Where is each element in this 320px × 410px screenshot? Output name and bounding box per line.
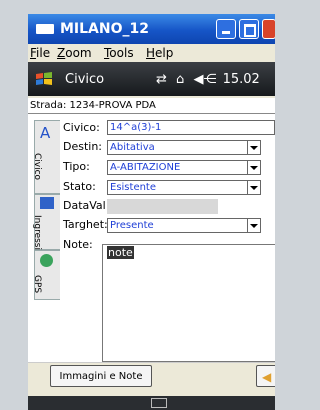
close-button[interactable] — [262, 19, 275, 39]
volume-icon: ◀⋲ — [193, 72, 217, 87]
destin-label: Destin: — [63, 140, 103, 153]
maximize-button[interactable] — [239, 19, 259, 39]
tab-gps[interactable]: GPS — [32, 250, 60, 300]
minimize-button[interactable] — [216, 19, 236, 39]
letter-a-icon: A — [40, 124, 51, 142]
arrow-icon: ◀ — [262, 370, 272, 384]
signal-icon: ⌂ — [176, 72, 185, 87]
pda-title: Civico — [65, 72, 105, 87]
tipo-label: Tipo: — [63, 160, 90, 173]
targhet-label: Targhet: — [63, 218, 108, 231]
stato-label: Stato: — [63, 180, 96, 193]
tab-ingressi[interactable]: Ingressi — [32, 194, 60, 250]
windows-start-icon[interactable] — [35, 71, 53, 87]
note-text: note — [107, 246, 134, 259]
app-window-icon — [36, 24, 54, 34]
tab-civico[interactable]: A Civico — [32, 120, 60, 194]
civico-input[interactable]: 14^a(3)-1 — [107, 120, 275, 135]
chevron-down-icon[interactable] — [247, 219, 260, 232]
street-header: Strada: 1234-PROVA PDA — [28, 98, 275, 114]
note-textarea[interactable] — [102, 244, 275, 362]
menu-tools[interactable]: Tools — [104, 46, 134, 60]
stato-select[interactable]: Esistente — [107, 180, 261, 195]
status-icons[interactable]: ⇄ ⌂ ◀⋲ 15.02 — [156, 72, 260, 87]
targhet-select[interactable]: Presente — [107, 218, 261, 233]
menu-help[interactable]: Help — [146, 46, 173, 60]
civico-label: Civico: — [63, 121, 100, 134]
dataval-field[interactable] — [107, 199, 218, 214]
menu-file[interactable]: File — [30, 46, 50, 60]
destin-select[interactable]: Abitativa — [107, 140, 261, 155]
globe-icon — [40, 254, 53, 267]
note-label: Note: — [63, 238, 93, 251]
chevron-down-icon[interactable] — [247, 161, 260, 174]
chevron-down-icon[interactable] — [247, 141, 260, 154]
images-notes-button[interactable]: Immagini e Note — [50, 365, 152, 387]
keyboard-icon[interactable] — [151, 398, 167, 408]
connectivity-icon: ⇄ — [156, 72, 167, 87]
dataval-label: DataVal: — [63, 199, 110, 212]
next-button[interactable]: ◀ — [256, 365, 275, 387]
menu-zoom[interactable]: Zoom — [57, 46, 92, 60]
chevron-down-icon[interactable] — [247, 181, 260, 194]
tipo-select[interactable]: A-ABITAZIONE — [107, 160, 261, 175]
clock-time: 15.02 — [222, 72, 260, 87]
device-window: MILANO_12 File Zoom Tools Help Civico ⇄ … — [28, 14, 275, 410]
entrance-icon — [40, 197, 54, 209]
window-title: MILANO_12 — [60, 21, 149, 37]
